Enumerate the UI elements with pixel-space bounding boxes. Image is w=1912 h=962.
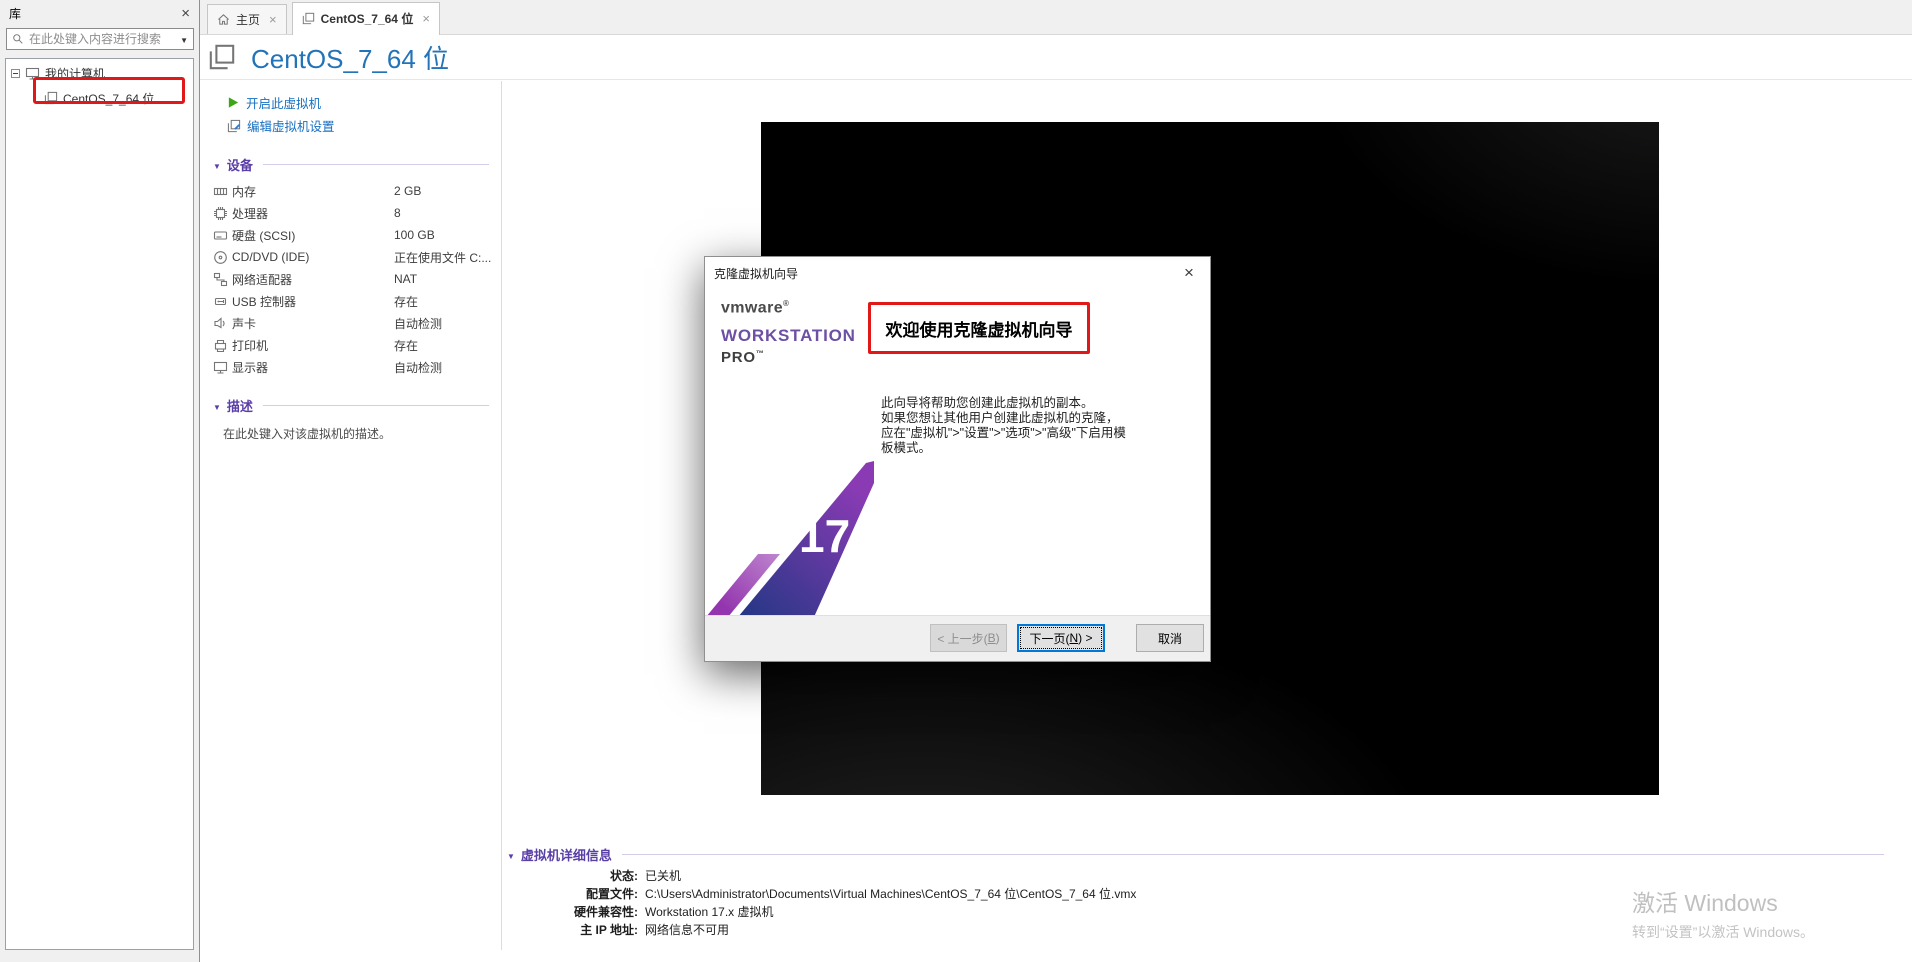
vm-icon [44,91,58,105]
divider [263,164,489,165]
display-icon [213,360,228,375]
vmware-logo: vmware® WORKSTATION PRO™ [721,299,856,366]
sound-icon [213,316,228,331]
power-on-link[interactable]: 开启此虚拟机 [200,91,501,114]
tab-bar: 主页 CentOS_7_64 位 [200,0,1912,35]
home-icon [217,13,230,26]
search-icon [12,33,24,45]
close-icon[interactable] [269,12,277,27]
clone-wizard-dialog: 克隆虚拟机向导 vmware® WORKSTATION PRO™ 欢迎使用克隆虚… [704,256,1211,662]
tab-home[interactable]: 主页 [207,4,287,34]
next-button[interactable]: 下一页(N) > [1017,624,1105,652]
page-title: CentOS_7_64 位 [251,39,449,76]
edit-settings-link[interactable]: 编辑虚拟机设置 [200,114,501,137]
devices-header-label: 设备 [227,155,253,174]
printer-icon [213,338,228,353]
tree-item-label: 我的计算机 [45,65,105,82]
device-row-display[interactable]: 显示器 自动检测 [200,356,501,378]
description-placeholder[interactable]: 在此处键入对该虚拟机的描述。 [223,425,501,442]
detail-row-config: 配置文件: C:\Users\Administrator\Documents\V… [507,885,1884,903]
dialog-button-bar: < 上一步(B) 下一页(N) > 取消 [705,615,1210,661]
library-title: 库 [9,5,21,22]
vm-details-section: 虚拟机详细信息 状态: 已关机 配置文件: C:\Users\Administr… [507,845,1884,939]
memory-icon [213,184,228,199]
detail-row-state: 状态: 已关机 [507,867,1884,885]
vm-icon [302,12,315,25]
description-header-label: 描述 [227,396,253,415]
search-dropdown-icon[interactable] [180,32,188,46]
device-row-cpu[interactable]: 处理器 8 [200,202,501,224]
disk-icon [213,228,228,243]
tab-label: CentOS_7_64 位 [321,10,414,27]
dialog-title: 克隆虚拟机向导 [714,265,798,282]
search-input[interactable] [29,32,175,46]
tab-label: 主页 [236,11,260,28]
cpu-icon [213,206,228,221]
details-header-label: 虚拟机详细信息 [521,845,612,864]
vm-title-row: CentOS_7_64 位 [200,35,1912,80]
computer-icon [25,66,40,81]
annotation-highlight-heading: 欢迎使用克隆虚拟机向导 [868,302,1090,354]
edit-settings-label: 编辑虚拟机设置 [247,116,335,135]
library-panel: 库 我的计算机 CentOS_7_64 位 [0,0,200,962]
close-icon[interactable] [422,11,430,26]
cancel-button[interactable]: 取消 [1136,624,1204,652]
detail-row-compat: 硬件兼容性: Workstation 17.x 虚拟机 [507,903,1884,921]
network-icon [213,272,228,287]
chevron-down-icon [213,398,221,413]
device-row-printer[interactable]: 打印机 存在 [200,334,501,356]
usb-icon [213,294,228,309]
wizard-heading: 欢迎使用克隆虚拟机向导 [886,316,1073,341]
vm-icon [208,43,236,71]
tree-item-my-computer[interactable]: 我的计算机 [6,63,193,83]
dialog-close-icon[interactable] [1170,259,1208,286]
library-tree: 我的计算机 CentOS_7_64 位 [5,58,194,950]
chevron-down-icon [213,157,221,172]
divider [501,81,502,950]
device-row-usb[interactable]: USB 控制器 存在 [200,290,501,312]
device-row-sound[interactable]: 声卡 自动检测 [200,312,501,334]
device-row-cddvd[interactable]: CD/DVD (IDE) 正在使用文件 C:... [200,246,501,268]
details-section-header[interactable]: 虚拟机详细信息 [507,845,1884,864]
tree-item-label: CentOS_7_64 位 [63,90,154,107]
vmware-workstation-window: 库 我的计算机 CentOS_7_64 位 [0,0,1912,962]
library-search[interactable] [6,28,194,50]
device-list: 内存 2 GB 处理器 8 硬盘 (SCSI) 100 GB CD/DVD (I… [200,180,501,378]
tree-item-centos-vm[interactable]: CentOS_7_64 位 [6,88,193,108]
library-close-icon[interactable] [181,5,190,22]
back-button[interactable]: < 上一步(B) [930,624,1007,652]
device-row-memory[interactable]: 内存 2 GB [200,180,501,202]
library-header: 库 [0,0,199,26]
version-badge: 17 [799,509,850,563]
chevron-down-icon [507,847,515,862]
divider [622,854,1884,855]
dialog-title-bar[interactable]: 克隆虚拟机向导 [705,257,1210,290]
device-row-disk[interactable]: 硬盘 (SCSI) 100 GB [200,224,501,246]
wizard-body-text: 此向导将帮助您创建此虚拟机的副本。 如果您想让其他用户创建此虚拟机的克隆， 应在… [881,396,1186,456]
cd-icon [213,250,228,265]
tab-centos-vm[interactable]: CentOS_7_64 位 [292,2,440,35]
details-rows: 状态: 已关机 配置文件: C:\Users\Administrator\Doc… [507,867,1884,939]
device-row-network[interactable]: 网络适配器 NAT [200,268,501,290]
divider [263,405,489,406]
workstation-17-ribbon: 17 [706,461,880,617]
vm-summary-panel: 开启此虚拟机 编辑虚拟机设置 设备 内存 2 GB 处理器 8 [200,81,501,962]
description-section-header[interactable]: 描述 [213,396,489,415]
detail-row-ip: 主 IP 地址: 网络信息不可用 [507,921,1884,939]
play-icon [227,96,240,109]
devices-section-header[interactable]: 设备 [213,155,489,174]
tree-collapse-icon[interactable] [11,69,20,78]
edit-settings-icon [227,119,241,133]
power-on-label: 开启此虚拟机 [246,93,321,112]
